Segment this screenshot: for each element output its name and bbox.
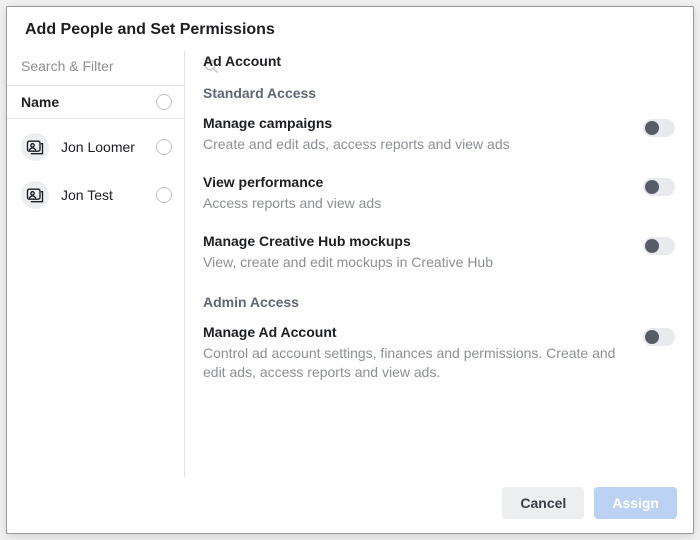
perm-desc: Access reports and view ads bbox=[203, 194, 627, 213]
name-column-header: Name bbox=[7, 86, 184, 119]
perm-title: Manage campaigns bbox=[203, 115, 627, 131]
perm-title: Manage Ad Account bbox=[203, 324, 627, 340]
person-radio[interactable] bbox=[156, 139, 172, 155]
perm-view-performance: View performance Access reports and view… bbox=[203, 170, 675, 229]
name-header-label: Name bbox=[21, 94, 59, 110]
search-row bbox=[7, 51, 184, 86]
perm-title: Manage Creative Hub mockups bbox=[203, 233, 627, 249]
toggle-creative-hub[interactable] bbox=[643, 237, 675, 255]
admin-access-label: Admin Access bbox=[203, 288, 675, 320]
modal-body: Name Jon Loomer bbox=[7, 51, 693, 477]
person-radio[interactable] bbox=[156, 187, 172, 203]
person-row[interactable]: Jon Test bbox=[7, 171, 184, 219]
toggle-manage-account[interactable] bbox=[643, 328, 675, 346]
standard-access-label: Standard Access bbox=[203, 83, 675, 111]
toggle-manage-campaigns[interactable] bbox=[643, 119, 675, 137]
perm-title: View performance bbox=[203, 174, 627, 190]
toggle-view-performance[interactable] bbox=[643, 178, 675, 196]
perm-manage-account: Manage Ad Account Control ad account set… bbox=[203, 320, 675, 398]
permissions-modal: Add People and Set Permissions Name bbox=[6, 6, 694, 534]
avatar-icon bbox=[21, 133, 49, 161]
modal-footer: Cancel Assign bbox=[7, 477, 693, 533]
people-panel: Name Jon Loomer bbox=[7, 51, 185, 477]
person-name: Jon Loomer bbox=[61, 139, 144, 155]
cancel-button[interactable]: Cancel bbox=[502, 487, 584, 519]
avatar-icon bbox=[21, 181, 49, 209]
assign-button[interactable]: Assign bbox=[594, 487, 677, 519]
perm-manage-campaigns: Manage campaigns Create and edit ads, ac… bbox=[203, 111, 675, 170]
person-row[interactable]: Jon Loomer bbox=[7, 123, 184, 171]
perm-creative-hub: Manage Creative Hub mockups View, create… bbox=[203, 229, 675, 288]
perm-desc: Control ad account settings, finances an… bbox=[203, 344, 627, 382]
person-name: Jon Test bbox=[61, 187, 144, 203]
select-all-radio[interactable] bbox=[156, 94, 172, 110]
perm-desc: Create and edit ads, access reports and … bbox=[203, 135, 627, 154]
search-input[interactable] bbox=[21, 58, 202, 74]
section-title: Ad Account bbox=[203, 51, 675, 83]
modal-title: Add People and Set Permissions bbox=[7, 7, 693, 51]
perm-desc: View, create and edit mockups in Creativ… bbox=[203, 253, 627, 272]
permissions-panel: Ad Account Standard Access Manage campai… bbox=[185, 51, 693, 477]
people-list: Jon Loomer Jon Test bbox=[7, 119, 184, 223]
